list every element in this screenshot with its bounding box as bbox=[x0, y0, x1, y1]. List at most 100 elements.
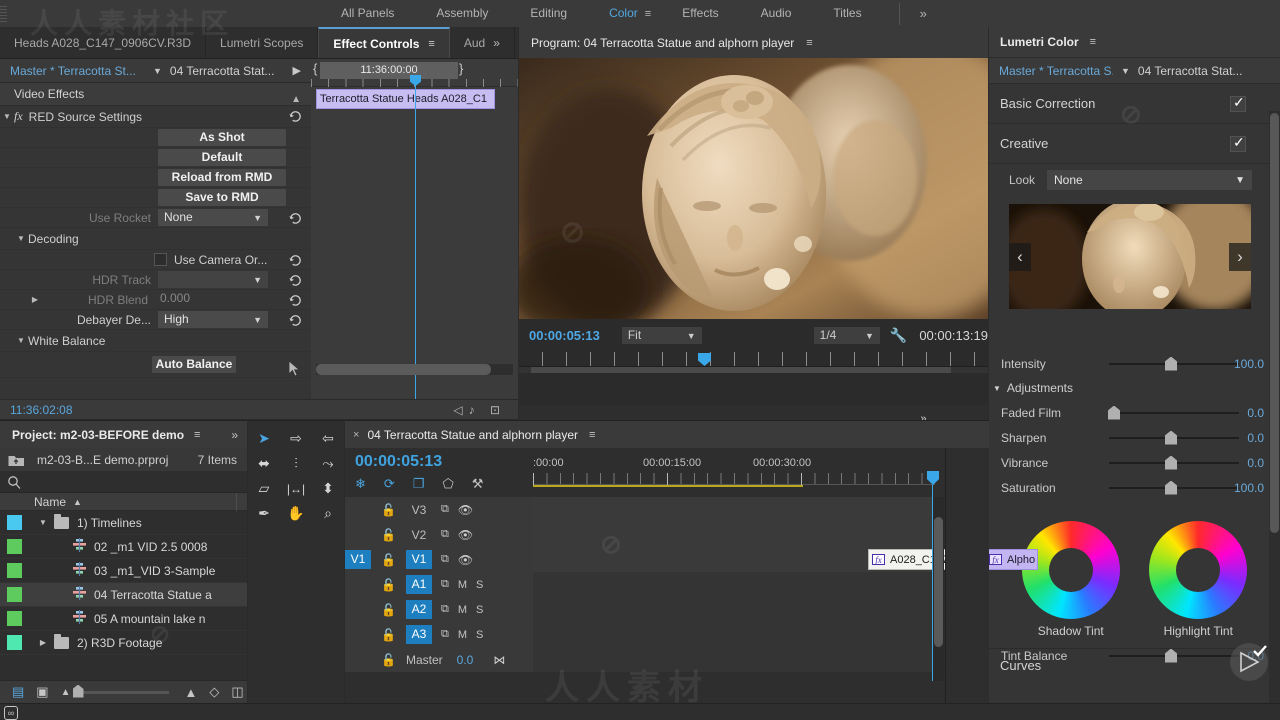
faded-film-slider-thumb[interactable] bbox=[1108, 405, 1120, 420]
snap-toggle[interactable]: ❄ bbox=[355, 476, 366, 492]
track-name-label[interactable]: A3 bbox=[405, 625, 432, 644]
workarea-bar[interactable] bbox=[531, 367, 951, 373]
razor-tool[interactable]: ▱ bbox=[248, 476, 280, 501]
program-monitor-tab[interactable]: Program: 04 Terracotta Statue and alphor… bbox=[519, 27, 988, 58]
slip-tool[interactable]: |↔| bbox=[280, 476, 312, 501]
sync-lock-icon[interactable]: ⧉ bbox=[441, 603, 449, 616]
pen-tool[interactable]: ✒ bbox=[248, 501, 280, 526]
use-camera-orientation-checkbox[interactable] bbox=[154, 253, 167, 266]
panel-grip[interactable] bbox=[0, 0, 14, 27]
workspace-more-icon[interactable]: » bbox=[906, 6, 941, 21]
master-clip-label[interactable]: Master * Terracotta St... bbox=[0, 64, 145, 78]
zoom-slider-thumb[interactable] bbox=[72, 684, 84, 698]
timeline-ruler-ticks[interactable] bbox=[533, 473, 935, 485]
chevron-down-icon[interactable]: ▼ bbox=[145, 66, 170, 76]
parent-folder-icon[interactable] bbox=[8, 453, 25, 467]
source-track-indicator[interactable]: V1 bbox=[345, 550, 371, 569]
chevron-down-icon[interactable]: ▼ bbox=[14, 336, 28, 345]
tab-lumetri-scopes[interactable]: Lumetri Scopes bbox=[206, 27, 319, 58]
sharpen-value[interactable]: 0.0 bbox=[1247, 431, 1264, 445]
track-body[interactable] bbox=[533, 522, 933, 547]
scrollbar-thumb[interactable] bbox=[1270, 113, 1279, 533]
sort-ascending-icon[interactable]: ▲ bbox=[73, 497, 82, 507]
program-monitor-video[interactable] bbox=[519, 58, 988, 319]
effect-controls-timecode[interactable]: 11:36:02:08 bbox=[0, 403, 73, 417]
tabbar-more-icon[interactable]: » bbox=[231, 428, 247, 442]
basic-correction-section[interactable]: Basic Correction bbox=[989, 84, 1280, 124]
slide-tool[interactable]: ⬍ bbox=[312, 476, 344, 501]
footer-icons[interactable]: ◁♪ ⊡ bbox=[453, 403, 518, 417]
pan-icon[interactable]: ⋈ bbox=[493, 653, 505, 667]
use-rocket-dropdown[interactable]: None ▼ bbox=[158, 209, 268, 226]
mute-button[interactable]: M bbox=[458, 629, 467, 641]
reset-icon[interactable] bbox=[288, 292, 303, 307]
vibrance-slider-thumb[interactable] bbox=[1165, 455, 1177, 470]
track-body[interactable] bbox=[533, 622, 933, 647]
master-level-value[interactable]: 0.0 bbox=[457, 653, 474, 667]
linked-selection-toggle[interactable]: ⟳ bbox=[384, 476, 395, 492]
reload-from-rmd-button[interactable]: Reload from RMD bbox=[158, 169, 286, 186]
zoom-level-dropdown[interactable]: Fit ▼ bbox=[621, 327, 702, 344]
column-divider[interactable] bbox=[236, 493, 237, 511]
scrollbar-thumb[interactable] bbox=[934, 517, 943, 647]
sync-lock-icon[interactable]: ⧉ bbox=[441, 553, 449, 566]
timeline-current-timecode[interactable]: 00:00:05:13 bbox=[355, 453, 442, 471]
track-header[interactable]: 🔓 Master 0.0 ⋈ bbox=[345, 647, 533, 672]
eye-icon[interactable]: 👁 bbox=[458, 503, 473, 517]
list-item[interactable]: ▶ 2) R3D Footage bbox=[0, 631, 247, 655]
vibrance-value[interactable]: 0.0 bbox=[1247, 456, 1264, 470]
creative-section[interactable]: Creative bbox=[989, 124, 1280, 164]
track-header[interactable]: V1 🔓 V1 ⧉ 👁 bbox=[345, 547, 533, 572]
track-header[interactable]: 🔓 A1 ⧉ M S bbox=[345, 572, 533, 597]
reset-icon[interactable] bbox=[288, 252, 303, 267]
program-monitor-workarea[interactable] bbox=[519, 367, 988, 373]
panel-menu-icon[interactable]: ≡ bbox=[1090, 36, 1096, 48]
workspace-assembly[interactable]: Assembly bbox=[415, 0, 509, 27]
icon-view-icon[interactable]: ▣ bbox=[36, 684, 48, 700]
zoom-in-icon[interactable]: ▲ bbox=[185, 685, 198, 700]
creative-checkbox[interactable] bbox=[1230, 134, 1246, 152]
faded-film-slider[interactable] bbox=[1108, 405, 1239, 420]
chevron-down-icon[interactable]: ▼ bbox=[993, 384, 1001, 393]
debayer-detail-dropdown[interactable]: High ▼ bbox=[158, 311, 268, 328]
look-dropdown[interactable]: None ▼ bbox=[1047, 170, 1252, 190]
look-prev-button[interactable]: ‹ bbox=[1009, 243, 1031, 271]
track-name-label[interactable]: V1 bbox=[405, 550, 432, 569]
chevron-down-icon[interactable]: ▼ bbox=[35, 518, 51, 527]
sharpen-slider[interactable] bbox=[1109, 430, 1239, 445]
reset-icon[interactable] bbox=[288, 272, 303, 287]
audio-waveform-icon[interactable]: ◁♪ bbox=[453, 403, 480, 417]
mute-button[interactable]: M bbox=[458, 604, 467, 616]
list-item[interactable]: 05 A mountain lake n bbox=[0, 607, 247, 631]
as-shot-button[interactable]: As Shot bbox=[158, 129, 286, 146]
lock-icon[interactable]: 🔓 bbox=[381, 578, 396, 592]
lumetri-tab[interactable]: Lumetri Color ≡ bbox=[989, 27, 1280, 58]
highlight-tint-wheel[interactable] bbox=[1149, 521, 1248, 619]
project-search-row[interactable] bbox=[0, 471, 247, 493]
chevron-right-icon[interactable]: ▶ bbox=[28, 295, 42, 304]
track-name-label[interactable]: V3 bbox=[406, 503, 432, 517]
lumetri-master-label[interactable]: Master * Terracotta S... bbox=[989, 64, 1113, 78]
track-header[interactable]: 🔓 V2 ⧉ 👁 bbox=[345, 522, 533, 547]
chevron-down-icon[interactable]: ▼ bbox=[1113, 66, 1138, 76]
default-button[interactable]: Default bbox=[158, 149, 286, 166]
look-next-button[interactable]: › bbox=[1229, 243, 1251, 271]
panel-menu-icon[interactable]: ≡ bbox=[428, 38, 434, 50]
intensity-value[interactable]: 100.0 bbox=[1234, 357, 1264, 371]
chevron-right-icon[interactable]: ▶ bbox=[35, 638, 51, 647]
creative-cloud-icon[interactable]: ∞ bbox=[4, 706, 18, 720]
timeline-tab[interactable]: × 04 Terracotta Statue and alphorn playe… bbox=[345, 421, 989, 448]
list-item[interactable]: 03 _m1_VID 3-Sample bbox=[0, 559, 247, 583]
workspace-editing[interactable]: Editing bbox=[509, 0, 588, 27]
hdr-blend-value[interactable]: 0.000 bbox=[160, 291, 190, 305]
ripple-edit-tool[interactable]: ⬌ bbox=[248, 451, 280, 476]
selection-tool[interactable]: ➤ bbox=[248, 426, 280, 451]
sync-lock-icon[interactable]: ⧉ bbox=[441, 628, 449, 641]
intensity-slider-thumb[interactable] bbox=[1165, 356, 1177, 371]
marker-display-toggle[interactable]: ❐ bbox=[413, 476, 425, 492]
hand-tool[interactable]: ✋ bbox=[280, 501, 312, 526]
workspace-audio[interactable]: Audio bbox=[740, 0, 813, 27]
playhead-marker-icon[interactable] bbox=[698, 353, 711, 366]
solo-button[interactable]: S bbox=[476, 579, 483, 591]
saturation-slider-thumb[interactable] bbox=[1165, 480, 1177, 495]
